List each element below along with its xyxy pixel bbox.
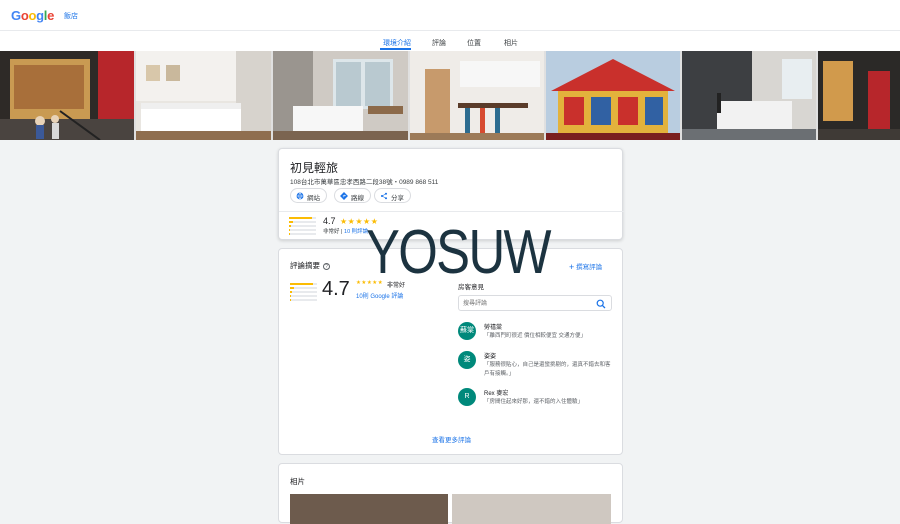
tab-overview[interactable]: 環境介紹 [383, 38, 411, 48]
histogram-bar-fill [289, 225, 292, 227]
hotel-rating: 4.7 [323, 216, 336, 226]
globe-icon [296, 192, 304, 200]
photo-strip [0, 51, 900, 140]
logo-letter: G [11, 8, 21, 23]
histogram-bar-fill [289, 229, 291, 231]
histogram-bar [289, 233, 316, 235]
reviewer-name: Rex 麥宏 [484, 391, 509, 397]
histogram-bar-fill [290, 291, 293, 293]
review-summary-title-text: 評論摘要 [290, 261, 320, 270]
photo-kitchen[interactable] [410, 51, 544, 140]
review-search-box[interactable] [458, 295, 612, 311]
website-button[interactable]: 網站 [290, 188, 327, 203]
website-label: 網站 [307, 195, 320, 202]
directions-button[interactable]: 路線 [334, 188, 371, 203]
photo-corridor[interactable] [818, 51, 900, 140]
photo-thumb-2[interactable] [452, 494, 611, 524]
photo-room-2[interactable] [273, 51, 408, 140]
summary-rating: 4.7 [322, 278, 350, 300]
histogram-bar-fill [290, 295, 292, 297]
rating-histogram [289, 217, 316, 237]
directions-icon [340, 192, 348, 200]
help-icon[interactable]: ? [323, 262, 330, 270]
avatar: 姿 [458, 351, 476, 369]
avatar: R [458, 388, 476, 406]
plus-icon: + [569, 262, 575, 272]
photo-room-1[interactable] [136, 51, 271, 140]
rating-word: 非常好 [323, 229, 340, 235]
google-reviews-link[interactable]: 10則 Google 評論 [356, 291, 403, 300]
write-review-button[interactable]: + 撰寫評論 [569, 261, 602, 272]
histogram-bar [290, 299, 317, 301]
watermark-text: YOSUW [366, 218, 552, 287]
histogram-bar-fill [289, 217, 312, 219]
review-text: 「房間住起來好那，還不錯的入住體驗」 [484, 399, 584, 405]
histogram-bar-fill [289, 221, 294, 223]
histogram-bar [289, 229, 316, 231]
photo-room-3[interactable] [682, 51, 816, 140]
hotel-address: 108台北市萬華區忠孝西路二段38號・0989 868 511 [290, 179, 439, 186]
photos-title: 相片 [290, 477, 305, 486]
reviewer-name: 勞禧棠 [484, 325, 503, 331]
google-logo[interactable]: Google [11, 8, 54, 23]
photo-lobby[interactable] [0, 51, 134, 140]
histogram-bar-fill [289, 233, 291, 235]
tab-location[interactable]: 位置 [467, 38, 481, 48]
histogram-bar-fill [290, 287, 295, 289]
section-tabs: 環境介紹 評論 位置 相片 [0, 31, 900, 51]
photos-card: 相片 [278, 463, 623, 524]
top-bar: Google 飯店 [0, 0, 900, 31]
logo-letter: o [28, 8, 37, 23]
review-search-input[interactable] [463, 299, 583, 308]
histogram-bar [289, 225, 316, 227]
histogram-bar [290, 283, 317, 285]
logo-letter: g [36, 8, 44, 23]
hotel-name: 初見輕旅 [290, 161, 339, 175]
reviewer-name: 姿姿 [484, 354, 497, 360]
search-icon[interactable] [596, 299, 606, 309]
hotel-review-summary: 非常好 | 10 則評論 [323, 227, 368, 235]
more-reviews-link[interactable]: 查看更多評論 [279, 434, 624, 444]
photo-building-art[interactable] [546, 51, 680, 140]
histogram-bar-fill [290, 299, 292, 301]
card-divider [279, 211, 624, 212]
active-tab-indicator [380, 48, 411, 50]
review-text: 「離西門町很近 價位相較便宜 交通方便」 [484, 333, 587, 339]
review-count-link[interactable]: 10 則評論 [344, 229, 368, 235]
logo-letter: e [47, 8, 55, 23]
histogram-bar [290, 287, 317, 289]
histogram-bar [289, 217, 316, 219]
hotels-link[interactable]: 飯店 [64, 11, 78, 21]
share-button[interactable]: 分享 [374, 188, 411, 203]
histogram-bar [289, 221, 316, 223]
summary-rating-histogram [290, 283, 317, 303]
histogram-bar-fill [290, 283, 313, 285]
avatar: 蘇棠 [458, 322, 476, 340]
histogram-bar [290, 291, 317, 293]
photo-thumb-1[interactable] [290, 494, 448, 524]
tab-photos[interactable]: 相片 [504, 38, 518, 48]
directions-label: 路線 [351, 195, 364, 202]
write-review-label: 撰寫評論 [576, 264, 603, 271]
logo-letter: o [20, 8, 29, 23]
review-summary-title: 評論摘要? [290, 260, 330, 271]
share-label: 分享 [391, 195, 404, 202]
review-text: 「服務很貼心，自己是還蠻挑剔的，還真不錯去和客戶有接觸。」 [484, 362, 611, 377]
share-icon [380, 192, 388, 200]
tab-reviews[interactable]: 評論 [432, 38, 446, 48]
histogram-bar [290, 295, 317, 297]
